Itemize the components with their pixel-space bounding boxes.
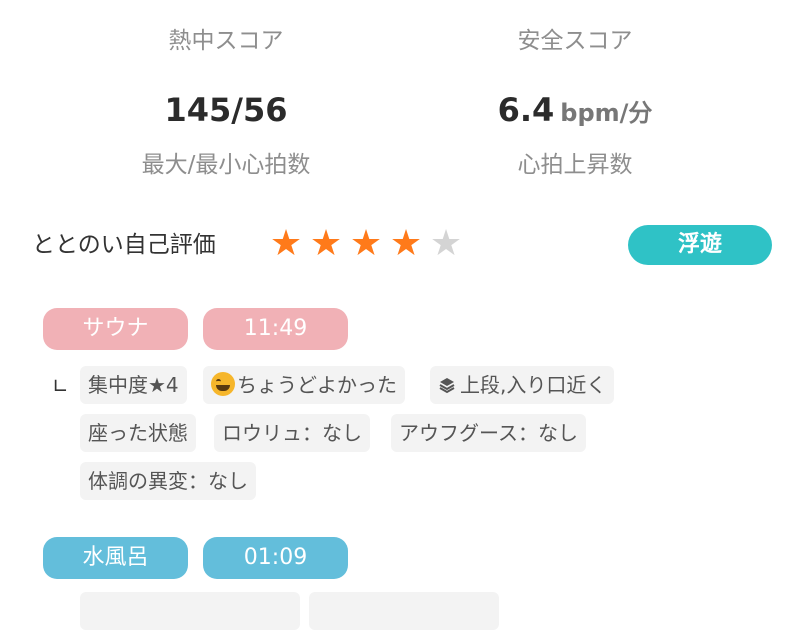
tag-focus-level: 集中度★4 [80,366,187,404]
star-icon[interactable]: ★ [306,226,346,262]
float-badge[interactable]: 浮遊 [628,225,772,265]
tag-aufguss: アウフグース：なし [391,414,586,452]
tag-condition: 体調の異変：なし [80,462,256,500]
layers-icon [439,378,455,394]
heat-score-label: 熱中スコア [168,28,284,54]
grinning-face-icon [211,372,235,396]
sauna-type-pill[interactable]: サウナ [43,308,188,350]
tag-water-1 [80,592,300,630]
water-time-pill[interactable]: 01:09 [203,537,348,579]
tag-position-text: 上段,入り口近く [460,373,607,397]
heart-rise-value-block: 6.4 bpm/分 [445,88,705,135]
rating-stars[interactable]: ★ ★ ★ ★ ★ [266,226,466,262]
star-icon[interactable]: ★ [426,226,466,262]
self-rating-label: ととのい自己評価 [32,232,216,258]
tag-feeling-text: ちょうどよかった [237,373,397,397]
self-rating-row: ととのい自己評価 ★ ★ ★ ★ ★ 浮遊 [32,222,772,268]
branch-connector-icon: ∟ [52,374,69,398]
heart-rise-value: 6.4 [497,91,555,129]
heart-rise-unit: bpm/分 [560,99,653,127]
tag-water-2 [309,592,499,630]
tag-loyly: ロウリュ：なし [214,414,370,452]
heart-rate-value: 145/56 [164,91,288,129]
heart-rate-label: 最大/最小心拍数 [141,152,311,178]
star-icon[interactable]: ★ [346,226,386,262]
heart-rise-label: 心拍上昇数 [517,152,633,178]
star-icon[interactable]: ★ [266,226,306,262]
tag-posture: 座った状態 [80,414,196,452]
sauna-time-pill[interactable]: 11:49 [203,308,348,350]
safety-score-label: 安全スコア [517,28,633,54]
tag-feeling: ちょうどよかった [203,366,405,404]
tag-position: 上段,入り口近く [430,366,615,404]
water-type-pill[interactable]: 水風呂 [43,537,188,579]
star-icon[interactable]: ★ [386,226,426,262]
